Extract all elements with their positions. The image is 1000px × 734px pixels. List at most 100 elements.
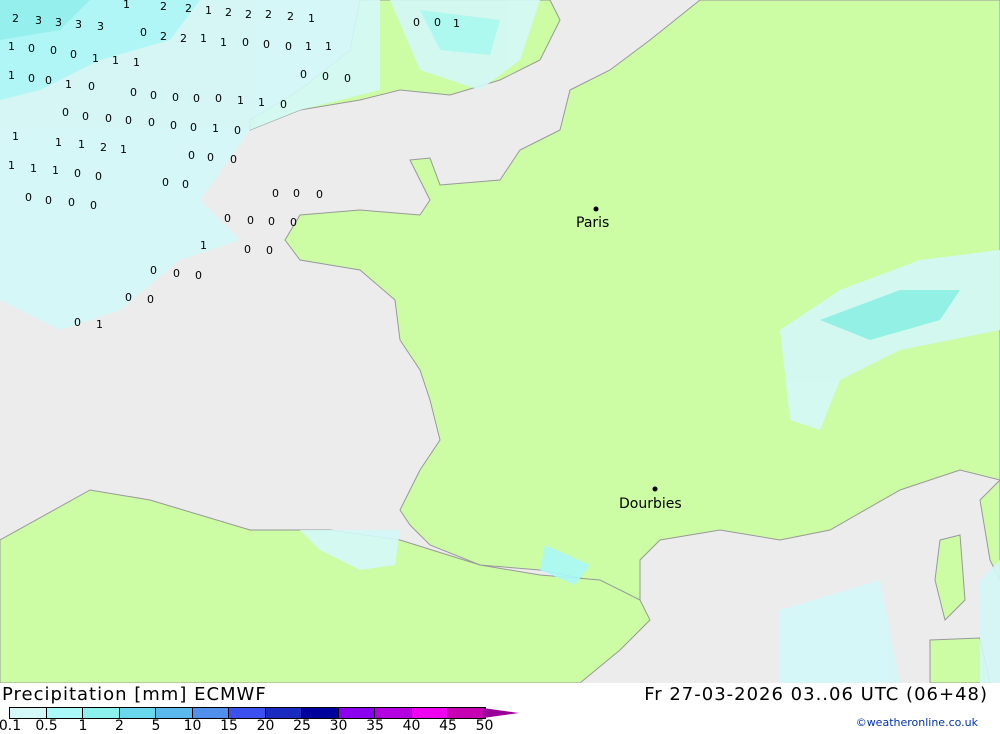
precip-value: 0	[344, 72, 351, 85]
precip-value: 0	[148, 116, 155, 129]
scale-swatch	[411, 708, 448, 718]
scale-swatch	[229, 708, 266, 718]
precip-value: 3	[35, 14, 42, 27]
precip-value: 1	[65, 78, 72, 91]
precip-value: 1	[325, 40, 332, 53]
precip-value: 0	[82, 110, 89, 123]
scale-swatch	[156, 708, 193, 718]
precip-value: 1	[205, 4, 212, 17]
scale-tick-label: 2	[115, 718, 124, 734]
precip-value: 1	[78, 138, 85, 151]
precip-value: 0	[172, 91, 179, 104]
scale-tick-label: 15	[220, 718, 238, 734]
scale-tick-label: 0.1	[0, 718, 22, 734]
precip-value: 2	[12, 12, 19, 25]
precip-value: 1	[258, 96, 265, 109]
precip-value: 1	[200, 239, 207, 252]
precip-value: 2	[265, 8, 272, 21]
precip-value: 2	[185, 2, 192, 15]
scale-tick-label: 20	[256, 718, 275, 734]
precip-value: 1	[453, 17, 460, 30]
precip-value: 3	[75, 18, 82, 31]
date-label: Fr 27-03-2026 03..06 UTC (06+48)	[644, 684, 988, 705]
scale-swatch	[302, 708, 339, 718]
precip-value: 0	[263, 38, 270, 51]
precip-value: 0	[316, 188, 323, 201]
precip-value: 0	[268, 215, 275, 228]
precip-value: 0	[272, 187, 279, 200]
precip-value: 0	[95, 170, 102, 183]
precip-value: 0	[207, 151, 214, 164]
color-scale-arrow	[483, 708, 519, 718]
precip-value: 0	[45, 194, 52, 207]
scale-tick-label: 50	[475, 718, 494, 734]
precip-value: 1	[112, 54, 119, 67]
scale-tick-label: 40	[402, 718, 421, 734]
precip-value: 2	[160, 30, 167, 43]
precip-value: 0	[50, 44, 57, 57]
precip-value: 0	[285, 40, 292, 53]
precip-value: 1	[8, 159, 15, 172]
precip-value: 2	[160, 0, 167, 13]
precip-value: 1	[133, 56, 140, 69]
precip-value: 0	[247, 214, 254, 227]
precip-value: 2	[287, 10, 294, 23]
precip-value: 0	[28, 72, 35, 85]
precip-value: 1	[212, 122, 219, 135]
precip-value: 1	[8, 69, 15, 82]
precip-value: 0	[242, 36, 249, 49]
precip-value: 0	[74, 316, 81, 329]
precip-value: 0	[170, 119, 177, 132]
legend-title: Precipitation [mm] ECMWF	[2, 684, 267, 705]
scale-tick-label: 25	[293, 718, 311, 734]
scale-swatch	[338, 708, 375, 718]
scale-swatch	[375, 708, 412, 718]
precip-value: 0	[266, 244, 273, 257]
precip-value: 1	[305, 40, 312, 53]
precipitation-map: 2 3 3 3 31 2 2 1 2 2 2 2 11 0 0 0 1 1 10 2 2 1 1 0 0 0 1 11 0 0 1 0 0 0 0 0…	[0, 0, 1000, 683]
scale-tick-label: 10	[183, 718, 202, 734]
precip-value: 0	[130, 86, 137, 99]
scale-swatch	[192, 708, 229, 718]
precip-value: 0	[125, 114, 132, 127]
scale-tick-label: 0.5	[35, 718, 58, 734]
precip-value: 1	[96, 318, 103, 331]
precip-value: 3	[97, 20, 104, 33]
scale-tick-label: 35	[366, 718, 384, 734]
city-label-paris: Paris	[576, 215, 609, 231]
scale-swatch	[10, 708, 47, 718]
precip-value: 0	[125, 291, 132, 304]
precip-value: 0	[68, 196, 75, 209]
precip-value: 0	[290, 216, 297, 229]
precip-value: 1	[8, 40, 15, 53]
precip-value: 0	[140, 26, 147, 39]
precip-value: 0	[70, 48, 77, 61]
precip-value: 1	[30, 162, 37, 175]
precip-value: 0	[173, 267, 180, 280]
scale-tick-label: 1	[78, 718, 88, 734]
precip-value: 0	[88, 80, 95, 93]
precip-value: 0	[195, 269, 202, 282]
precip-value: 0	[244, 243, 251, 256]
scale-swatch	[448, 708, 485, 718]
scale-tick-label: 30	[329, 718, 348, 734]
precip-value: 0	[74, 167, 81, 180]
precip-value: 0	[150, 264, 157, 277]
precip-value: 0	[150, 89, 157, 102]
copyright-link[interactable]: ©weatheronline.co.uk	[856, 716, 978, 729]
precip-value: 0	[188, 149, 195, 162]
precip-value: 0	[300, 68, 307, 81]
precip-value: 0	[147, 293, 154, 306]
precip-value: 0	[234, 124, 241, 137]
precip-value: 1	[52, 164, 59, 177]
city-marker-dourbies	[652, 486, 658, 492]
precip-value: 0	[230, 153, 237, 166]
precip-value: 0	[162, 176, 169, 189]
scale-swatch	[265, 708, 302, 718]
legend-footer: Precipitation [mm] ECMWF Fr 27-03-2026 0…	[0, 683, 1000, 734]
precip-value: 0	[413, 16, 420, 29]
precip-value: 0	[434, 16, 441, 29]
precip-value: 0	[28, 42, 35, 55]
scale-swatch	[46, 708, 83, 718]
precip-value: 1	[55, 136, 62, 149]
